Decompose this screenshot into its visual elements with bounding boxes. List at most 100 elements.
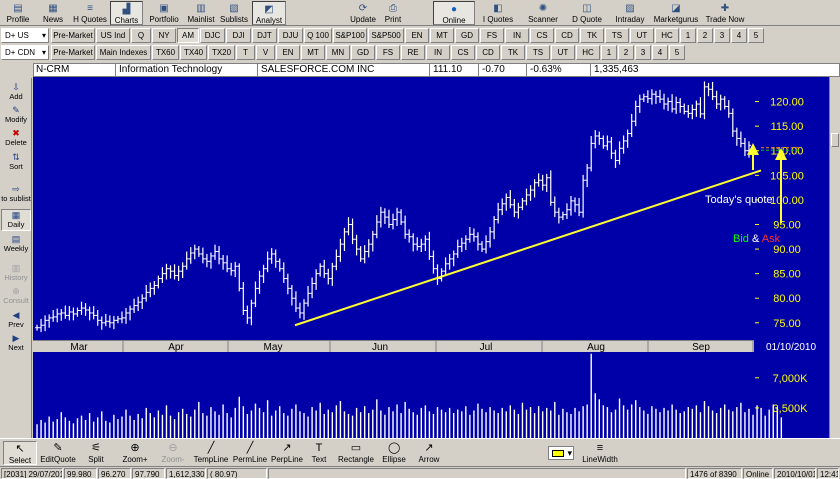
market-button-q-100[interactable]: Q 100 (304, 28, 332, 43)
tool-text-button[interactable]: T Text (306, 441, 332, 465)
market-button-en[interactable]: EN (276, 45, 300, 60)
market-button-dji[interactable]: DJI (226, 28, 251, 43)
market-button-ny[interactable]: NY (152, 28, 176, 43)
market-button-3[interactable]: 3 (714, 28, 730, 43)
market-button-dju[interactable]: DJU (278, 28, 303, 43)
market-button-1[interactable]: 1 (601, 45, 617, 60)
market-button-t[interactable]: T (236, 45, 255, 60)
market-button-tx20[interactable]: TX20 (208, 45, 235, 60)
market-button-5[interactable]: 5 (748, 28, 764, 43)
chevron-down-icon[interactable]: ▾ (567, 447, 572, 459)
sidebar-daily-button[interactable]: ▦ Daily (1, 209, 31, 231)
market-button-djt[interactable]: DJT (252, 28, 277, 43)
toolbar-charts-button[interactable]: ▟ Charts (110, 1, 143, 25)
market-button-tk[interactable]: TK (580, 28, 604, 43)
market-button-gd[interactable]: GD (351, 45, 375, 60)
sidebar-weekly-button[interactable]: ▤ Weekly (1, 234, 31, 256)
market-button-mn[interactable]: MN (326, 45, 350, 60)
sidebar-consult-button[interactable]: ⊕ Consult (1, 286, 31, 308)
market-button-cs[interactable]: CS (451, 45, 475, 60)
toolbar-update-button[interactable]: ⟳ Update (348, 1, 378, 25)
market-button-fs[interactable]: FS (480, 28, 504, 43)
market-button-tx40[interactable]: TX40 (180, 45, 207, 60)
tool-rectangle-button[interactable]: ▭ Rectangle (336, 441, 376, 465)
volume-chart[interactable]: 3,500K 7,000K (33, 352, 829, 438)
sidebar-to-sublist-button[interactable]: ⇨ to sublist (1, 184, 31, 206)
tool-ellipse-button[interactable]: ◯ Ellipse (378, 441, 410, 465)
tool-zoom-button[interactable]: ⊖ Zoom- (157, 441, 189, 465)
market-button-djc[interactable]: DJC (200, 28, 225, 43)
market-button-am[interactable]: AM (177, 28, 199, 43)
market-button-v[interactable]: V (256, 45, 275, 60)
tool-select-button[interactable]: ↖ Select (3, 441, 37, 465)
line-color-picker[interactable]: ▾ (548, 446, 574, 460)
market-button-2[interactable]: 2 (697, 28, 713, 43)
chevron-down-icon[interactable]: ▾ (42, 29, 46, 42)
market-button-pre-market[interactable]: Pre-Market (51, 45, 95, 60)
market-button-3[interactable]: 3 (635, 45, 651, 60)
market-button-ut[interactable]: UT (630, 28, 654, 43)
tool-split-button[interactable]: ⚟ Split (80, 441, 112, 465)
market-button-in[interactable]: IN (426, 45, 450, 60)
sidebar-delete-button[interactable]: ✖ Delete (1, 128, 31, 150)
market-button-en[interactable]: EN (405, 28, 429, 43)
chevron-down-icon[interactable]: ▾ (42, 46, 46, 59)
toolbar-online-button[interactable]: ● Online (433, 1, 475, 25)
market-button-5[interactable]: 5 (669, 45, 685, 60)
market-button-cd[interactable]: CD (476, 45, 500, 60)
toolbar-trade-now-button[interactable]: ✚ Trade Now (702, 1, 748, 25)
market-button-hc[interactable]: HC (576, 45, 600, 60)
sidebar-history-button[interactable]: ▥ History (1, 263, 31, 285)
market-button-cs[interactable]: CS (530, 28, 554, 43)
market-button-in[interactable]: IN (505, 28, 529, 43)
price-chart[interactable]: 75.0080.0085.0090.0095.00100.00105.00110… (33, 77, 829, 340)
sidebar-add-button[interactable]: ⇩ Add (1, 82, 31, 104)
market-button-s-p100[interactable]: S&P100 (333, 28, 367, 43)
vertical-scrollbar[interactable] (829, 77, 840, 438)
market_row1-selector[interactable]: D+ US ▾ (1, 28, 49, 43)
scrollbar-thumb[interactable] (831, 133, 839, 147)
toolbar-analyst-button[interactable]: ◩ Analyst (252, 1, 286, 25)
toolbar-portfolio-button[interactable]: ▣ Portfolio (145, 1, 183, 25)
market-button-ts[interactable]: TS (526, 45, 550, 60)
market-button-q[interactable]: Q (131, 28, 151, 43)
toolbar-d-quote-button[interactable]: ◫ D Quote (567, 1, 607, 25)
market-button-s-p500[interactable]: S&P500 (368, 28, 404, 43)
market-button-re[interactable]: RE (401, 45, 425, 60)
market-button-mt[interactable]: MT (301, 45, 325, 60)
toolbar-news-button[interactable]: ▦ News (36, 1, 70, 25)
market-button-gd[interactable]: GD (455, 28, 479, 43)
market-button-main-indexes[interactable]: Main Indexes (96, 45, 151, 60)
toolbar-i-quotes-button[interactable]: ◧ I Quotes (478, 1, 518, 25)
market-button-fs[interactable]: FS (376, 45, 400, 60)
sidebar-modify-button[interactable]: ✎ Modify (1, 105, 31, 127)
sidebar-next-button[interactable]: ▶ Next (1, 333, 31, 355)
market-button-2[interactable]: 2 (618, 45, 634, 60)
toolbar-print-button[interactable]: ⎙ Print (380, 1, 406, 25)
toolbar-h-quotes-button[interactable]: ≡ H Quotes (72, 1, 108, 25)
sidebar-prev-button[interactable]: ◀ Prev (1, 310, 31, 332)
market-button-tx60[interactable]: TX60 (152, 45, 179, 60)
tool-zoom-button[interactable]: ⊕ Zoom+ (118, 441, 152, 465)
tool-permline-button[interactable]: ╱ PermLine (232, 441, 268, 465)
market-button-4[interactable]: 4 (731, 28, 747, 43)
toolbar-profile-button[interactable]: ▤ Profile (2, 1, 34, 25)
market-button-1[interactable]: 1 (680, 28, 696, 43)
toolbar-intraday-button[interactable]: ▨ Intraday (612, 1, 648, 25)
toolbar-sublists-button[interactable]: ▧ Sublists (218, 1, 250, 25)
toolbar-marketgurus-button[interactable]: ◪ Marketgurus (652, 1, 700, 25)
market-button-ts[interactable]: TS (605, 28, 629, 43)
market-button-mt[interactable]: MT (430, 28, 454, 43)
market-button-us-ind[interactable]: US Ind (96, 28, 130, 43)
market-button-4[interactable]: 4 (652, 45, 668, 60)
tool-templine-button[interactable]: ╱ TempLine (193, 441, 229, 465)
market-button-ut[interactable]: UT (551, 45, 575, 60)
tool-linewidth-button[interactable]: ≡ LineWidth (580, 441, 620, 465)
market-button-hc[interactable]: HC (655, 28, 679, 43)
market_row2-selector[interactable]: D+ CDN ▾ (1, 45, 49, 60)
sidebar-sort-button[interactable]: ⇅ Sort (1, 152, 31, 174)
tool-perpline-button[interactable]: ↗ PerpLine (270, 441, 304, 465)
market-button-cd[interactable]: CD (555, 28, 579, 43)
tool-editquote-button[interactable]: ✎ EditQuote (40, 441, 76, 465)
market-button-tk[interactable]: TK (501, 45, 525, 60)
